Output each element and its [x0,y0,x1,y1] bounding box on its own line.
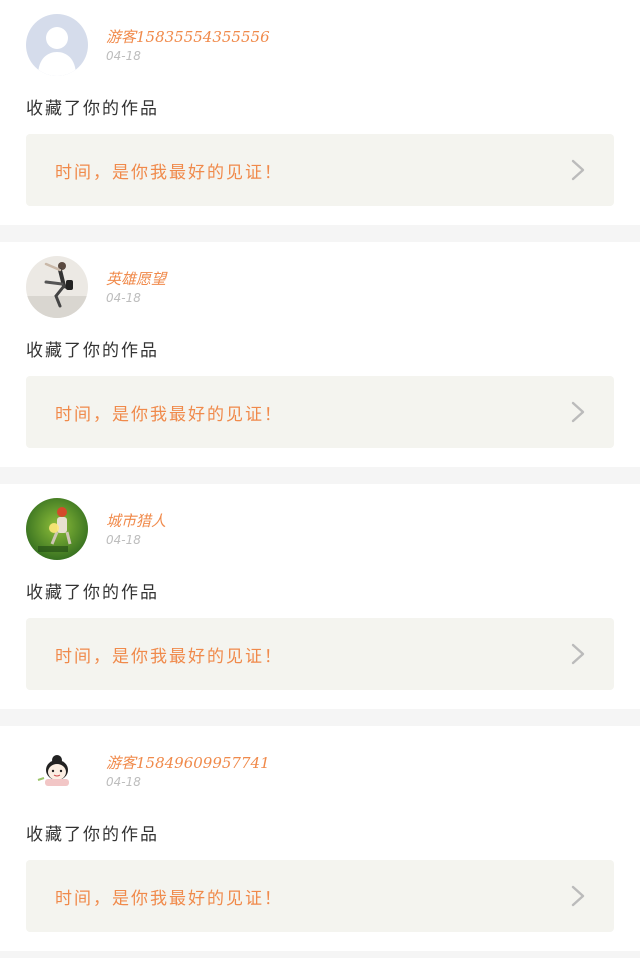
work-link-card[interactable]: 时间，是你我最好的见证！ [26,376,614,448]
photo-avatar-game-character-icon [26,498,88,560]
timestamp: 04-18 [106,775,141,789]
activity-feed: 游客15835554355556 04-18 收藏了你的作品 时间，是你我最好的… [0,0,640,951]
work-link-card[interactable]: 时间，是你我最好的见证！ [26,134,614,206]
activity-text: 收藏了你的作品 [26,825,159,845]
work-link-card[interactable]: 时间，是你我最好的见证！ [26,860,614,932]
user-avatar[interactable] [26,14,88,76]
username-link[interactable]: 英雄愿望 [106,268,166,289]
chevron-right-icon [564,640,592,668]
chevron-right-icon [564,398,592,426]
activity-text: 收藏了你的作品 [26,99,159,119]
cartoon-avatar-girl-icon [26,740,88,802]
chevron-right-icon [564,882,592,910]
default-user-avatar-icon [26,14,88,76]
feed-item: 城市猎人 04-18 收藏了你的作品 时间，是你我最好的见证！ [0,484,640,709]
user-avatar[interactable] [26,498,88,560]
username-link[interactable]: 城市猎人 [106,510,166,531]
chevron-right-icon [564,156,592,184]
work-title: 时间，是你我最好的见证！ [55,888,283,909]
work-title: 时间，是你我最好的见证！ [55,404,283,425]
work-title: 时间，是你我最好的见证！ [55,646,283,667]
timestamp: 04-18 [106,533,141,547]
timestamp: 04-18 [106,291,141,305]
feed-item: 游客15849609957741 04-18 收藏了你的作品 时间，是你我最好的… [0,726,640,951]
timestamp: 04-18 [106,49,141,63]
photo-avatar-dancer-icon [26,256,88,318]
feed-item: 游客15835554355556 04-18 收藏了你的作品 时间，是你我最好的… [0,0,640,225]
user-avatar[interactable] [26,256,88,318]
feed-item: 英雄愿望 04-18 收藏了你的作品 时间，是你我最好的见证！ [0,242,640,467]
user-avatar[interactable] [26,740,88,802]
username-link[interactable]: 游客15849609957741 [106,752,270,773]
work-link-card[interactable]: 时间，是你我最好的见证！ [26,618,614,690]
activity-text: 收藏了你的作品 [26,583,159,603]
username-link[interactable]: 游客15835554355556 [106,26,270,47]
work-title: 时间，是你我最好的见证！ [55,162,283,183]
activity-text: 收藏了你的作品 [26,341,159,361]
